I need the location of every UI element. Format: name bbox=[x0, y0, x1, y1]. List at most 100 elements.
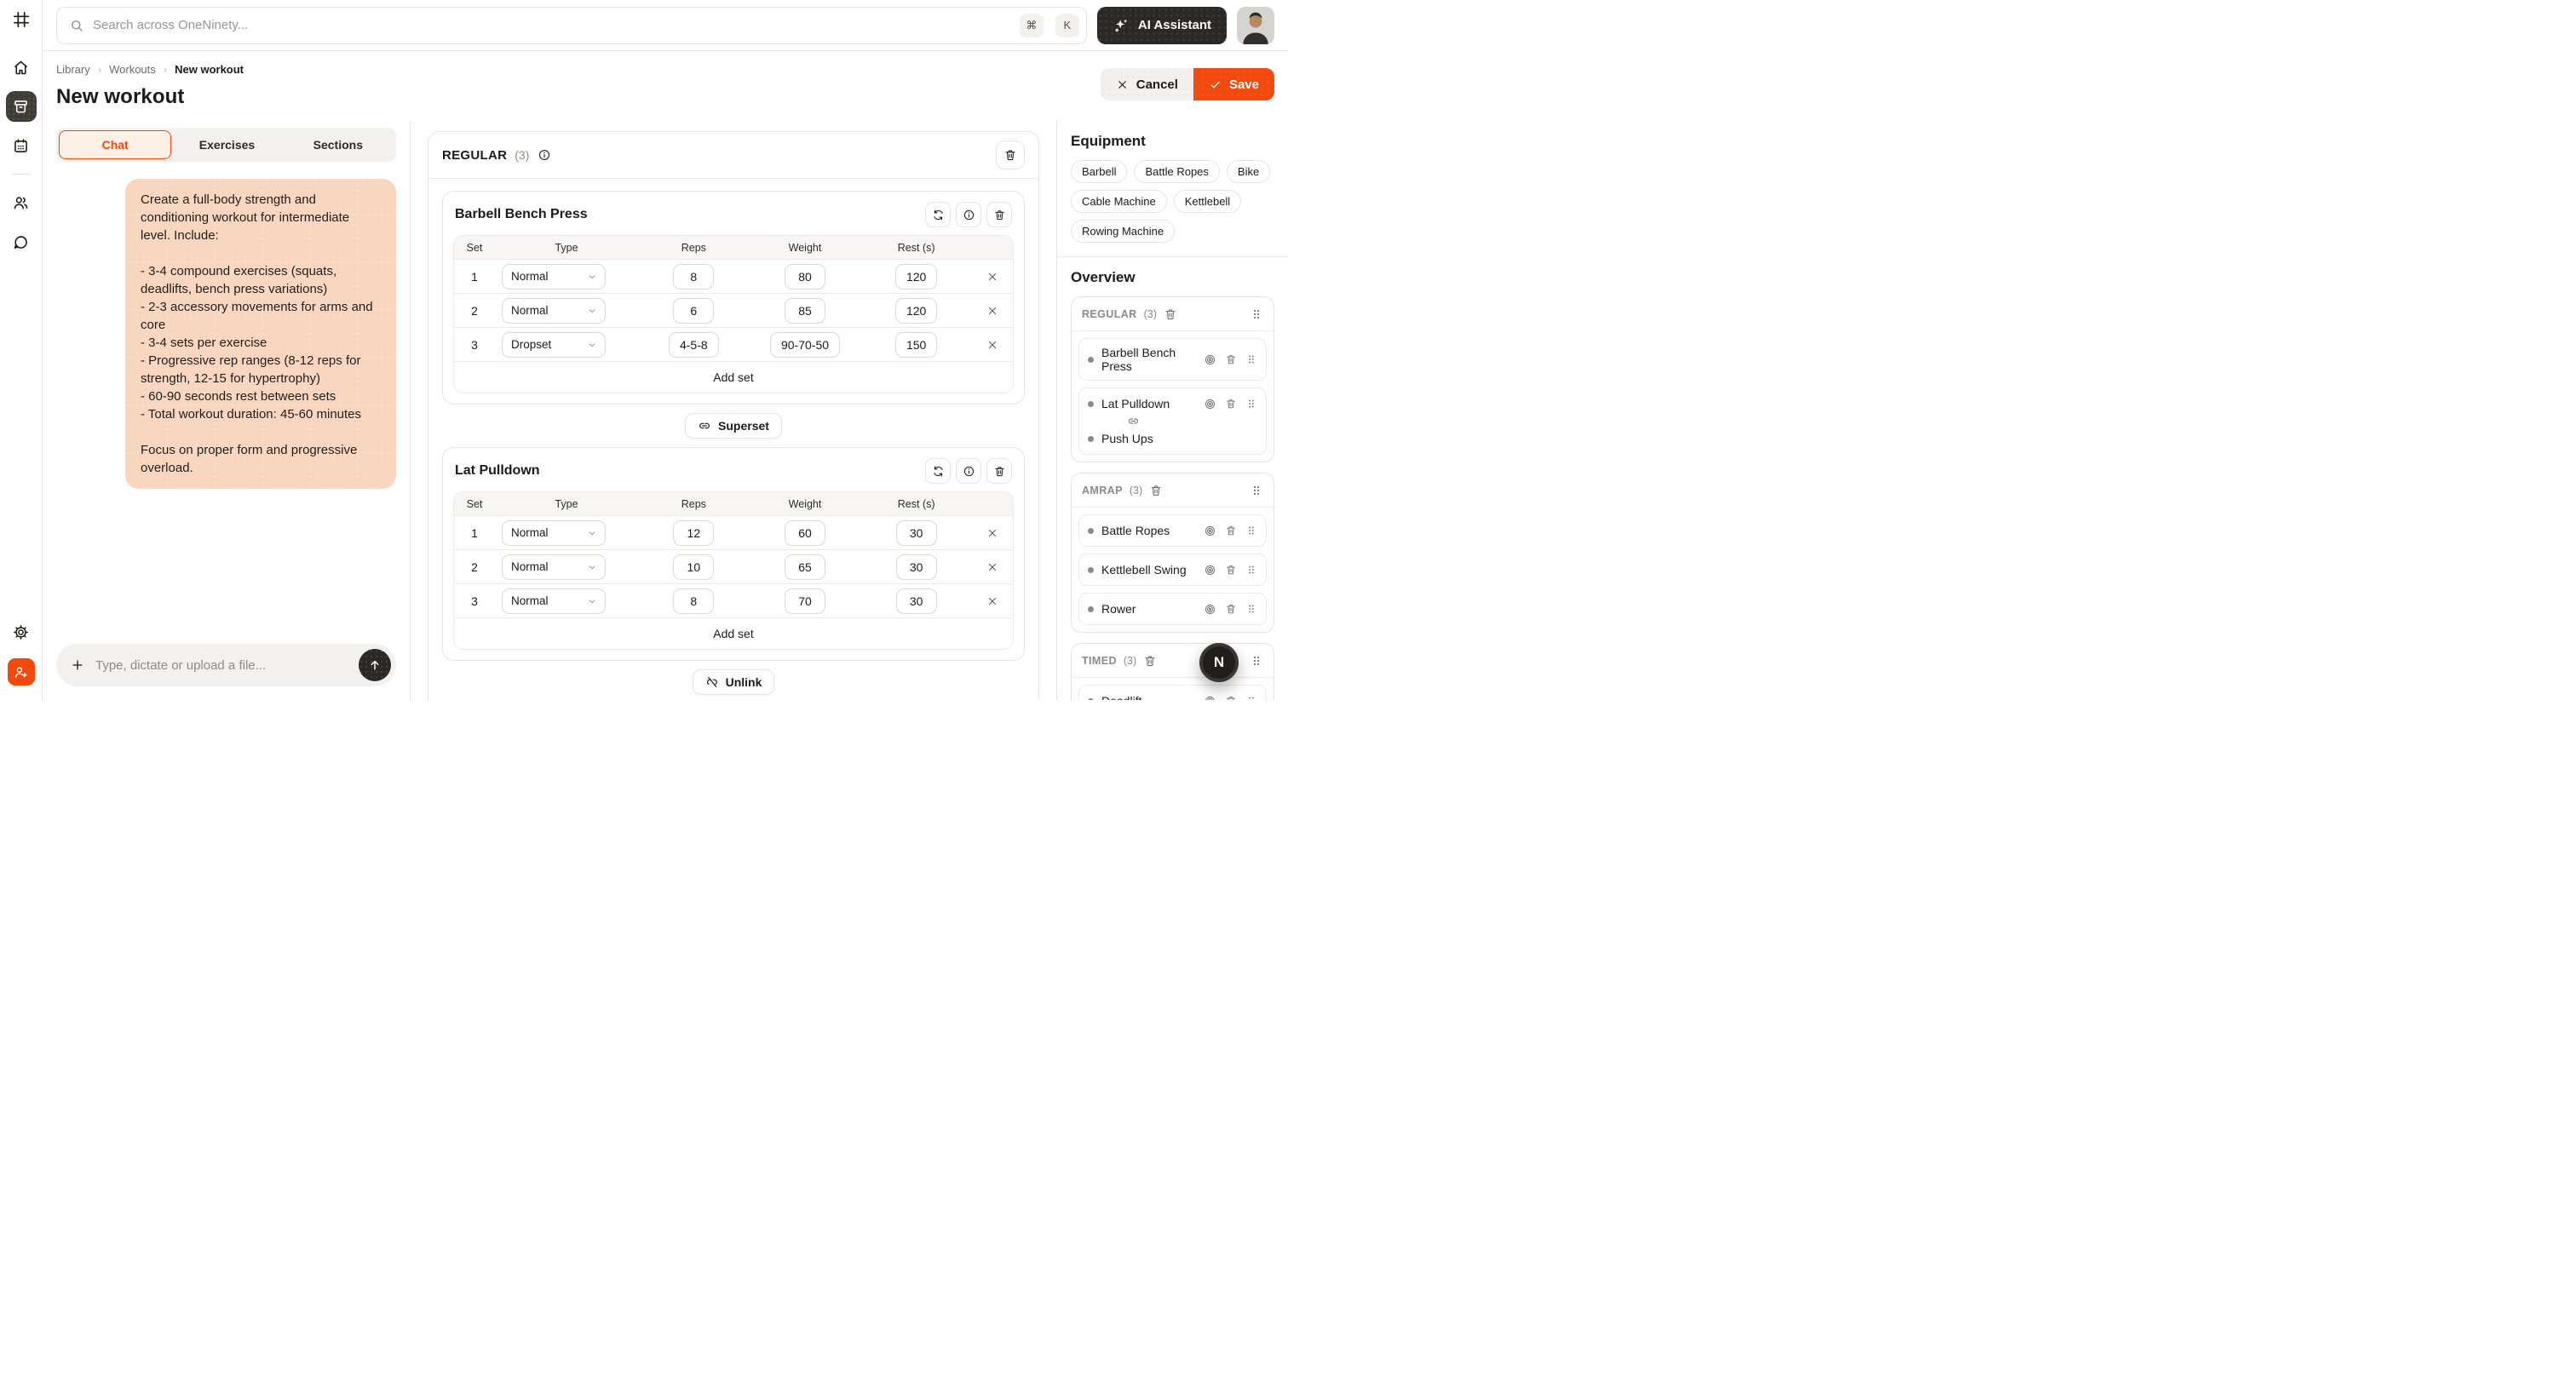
remove-set-button[interactable] bbox=[980, 299, 1004, 323]
remove-set-button[interactable] bbox=[980, 555, 1004, 579]
drag-handle[interactable] bbox=[1250, 484, 1263, 497]
nav-library[interactable] bbox=[6, 91, 37, 122]
delete-button[interactable] bbox=[1225, 695, 1237, 700]
superset-button[interactable]: Superset bbox=[685, 413, 782, 439]
target-button[interactable] bbox=[1204, 525, 1216, 537]
equipment-tag[interactable]: Bike bbox=[1227, 160, 1270, 183]
reps-input[interactable]: 12 bbox=[673, 520, 714, 546]
remove-set-button[interactable] bbox=[980, 265, 1004, 289]
reps-input[interactable]: 8 bbox=[673, 588, 714, 614]
set-type-select[interactable]: Dropset bbox=[502, 332, 606, 358]
drag-handle[interactable] bbox=[1245, 353, 1257, 365]
nav-home[interactable] bbox=[6, 52, 37, 83]
target-button[interactable] bbox=[1204, 695, 1216, 701]
reps-input[interactable]: 10 bbox=[673, 554, 714, 580]
swap-exercise-button[interactable] bbox=[925, 458, 951, 484]
rest-input[interactable]: 30 bbox=[896, 588, 937, 614]
set-type-select[interactable]: Normal bbox=[502, 588, 606, 614]
delete-group-button[interactable] bbox=[1149, 484, 1163, 497]
remove-set-button[interactable] bbox=[980, 521, 1004, 545]
delete-group-button[interactable] bbox=[1164, 307, 1177, 321]
delete-group-button[interactable] bbox=[1143, 654, 1157, 668]
drag-handle[interactable] bbox=[1245, 525, 1257, 536]
nav-clients[interactable] bbox=[6, 187, 37, 218]
breadcrumb-library[interactable]: Library bbox=[56, 63, 90, 76]
nav-messages[interactable] bbox=[6, 227, 37, 257]
notification-fab[interactable]: N bbox=[1199, 643, 1239, 682]
add-set-button[interactable]: Add set bbox=[713, 627, 753, 640]
overview-exercise-card[interactable]: Kettlebell Swing bbox=[1078, 554, 1267, 586]
add-set-button[interactable]: Add set bbox=[713, 370, 753, 384]
overview-exercise-card[interactable]: Barbell Bench Press bbox=[1078, 338, 1267, 381]
weight-input[interactable]: 90-70-50 bbox=[770, 332, 840, 358]
delete-button[interactable] bbox=[1225, 603, 1237, 615]
drag-handle[interactable] bbox=[1245, 398, 1257, 410]
search-input[interactable] bbox=[93, 18, 1008, 32]
chat-input[interactable] bbox=[95, 658, 348, 673]
delete-button[interactable] bbox=[1225, 564, 1237, 576]
drag-handle[interactable] bbox=[1250, 307, 1263, 321]
remove-set-button[interactable] bbox=[980, 589, 1004, 613]
weight-input[interactable]: 85 bbox=[785, 298, 825, 324]
target-button[interactable] bbox=[1204, 398, 1216, 410]
rest-input[interactable]: 120 bbox=[895, 298, 937, 324]
exercise-info-button[interactable] bbox=[956, 202, 981, 227]
reps-input[interactable]: 8 bbox=[673, 264, 714, 290]
nav-settings[interactable] bbox=[6, 617, 37, 647]
rest-input[interactable]: 120 bbox=[895, 264, 937, 290]
set-type-select[interactable]: Normal bbox=[502, 520, 606, 546]
equipment-tag[interactable]: Barbell bbox=[1071, 160, 1127, 183]
drag-handle[interactable] bbox=[1245, 603, 1257, 615]
breadcrumb-workouts[interactable]: Workouts bbox=[109, 63, 156, 76]
ai-assistant-button[interactable]: AI Assistant bbox=[1097, 7, 1227, 44]
section-info-button[interactable] bbox=[538, 148, 551, 162]
target-button[interactable] bbox=[1204, 603, 1216, 616]
equipment-tag[interactable]: Cable Machine bbox=[1071, 190, 1167, 213]
target-button[interactable] bbox=[1204, 353, 1216, 366]
add-user-button[interactable] bbox=[8, 658, 35, 686]
weight-input[interactable]: 60 bbox=[785, 520, 825, 546]
target-button[interactable] bbox=[1204, 564, 1216, 577]
reps-input[interactable]: 4-5-8 bbox=[669, 332, 719, 358]
reps-input[interactable]: 6 bbox=[673, 298, 714, 324]
weight-input[interactable]: 65 bbox=[785, 554, 825, 580]
attach-button[interactable] bbox=[70, 657, 85, 673]
delete-button[interactable] bbox=[1225, 398, 1237, 410]
rest-input[interactable]: 30 bbox=[896, 520, 937, 546]
overview-exercise-card[interactable]: Rower bbox=[1078, 593, 1267, 625]
delete-exercise-button[interactable] bbox=[986, 202, 1012, 227]
weight-input[interactable]: 80 bbox=[785, 264, 825, 290]
remove-set-button[interactable] bbox=[980, 333, 1004, 357]
send-button[interactable] bbox=[359, 649, 391, 681]
set-type-select[interactable]: Normal bbox=[502, 554, 606, 580]
set-type-select[interactable]: Normal bbox=[502, 298, 606, 324]
exercise-info-button[interactable] bbox=[956, 458, 981, 484]
tab-chat[interactable]: Chat bbox=[59, 130, 171, 159]
chat-scroll-area[interactable] bbox=[43, 489, 410, 644]
unlink-button[interactable]: Unlink bbox=[693, 669, 775, 695]
rest-input[interactable]: 150 bbox=[895, 332, 937, 358]
delete-button[interactable] bbox=[1225, 353, 1237, 365]
equipment-tag[interactable]: Kettlebell bbox=[1174, 190, 1241, 213]
swap-exercise-button[interactable] bbox=[925, 202, 951, 227]
equipment-tag[interactable]: Rowing Machine bbox=[1071, 220, 1175, 243]
delete-button[interactable] bbox=[1225, 525, 1237, 536]
drag-handle[interactable] bbox=[1250, 654, 1263, 668]
global-search[interactable]: ⌘ K bbox=[56, 7, 1087, 44]
overview-superset-card[interactable]: Lat Pulldown Push Ups bbox=[1078, 387, 1267, 455]
equipment-tag[interactable]: Battle Ropes bbox=[1134, 160, 1219, 183]
drag-handle[interactable] bbox=[1245, 564, 1257, 576]
set-type-select[interactable]: Normal bbox=[502, 264, 606, 290]
app-logo-icon[interactable] bbox=[12, 10, 31, 29]
nav-calendar[interactable] bbox=[6, 130, 37, 161]
tab-sections[interactable]: Sections bbox=[283, 130, 394, 159]
user-avatar[interactable] bbox=[1237, 7, 1274, 44]
delete-section-button[interactable] bbox=[996, 141, 1025, 169]
drag-handle[interactable] bbox=[1245, 695, 1257, 700]
cancel-button[interactable]: Cancel bbox=[1101, 68, 1193, 100]
overview-exercise-card[interactable]: Deadlift bbox=[1078, 685, 1267, 700]
overview-exercise-card[interactable]: Battle Ropes bbox=[1078, 514, 1267, 547]
save-button[interactable]: Save bbox=[1193, 68, 1274, 100]
delete-exercise-button[interactable] bbox=[986, 458, 1012, 484]
weight-input[interactable]: 70 bbox=[785, 588, 825, 614]
